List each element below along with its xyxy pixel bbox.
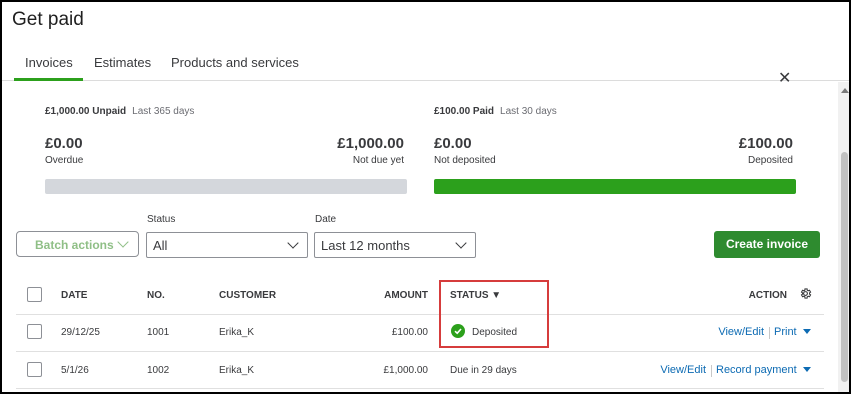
action-separator <box>769 327 770 339</box>
table-divider <box>16 314 824 315</box>
unpaid-summary-heading: £1,000.00 Unpaid Last 365 days <box>45 106 194 117</box>
select-all-checkbox[interactable] <box>27 287 42 302</box>
date-filter-select[interactable]: Last 12 months <box>314 232 476 258</box>
scrollbar-thumb[interactable] <box>841 152 848 382</box>
column-header-customer[interactable]: CUSTOMER <box>219 290 276 301</box>
unpaid-period: Last 365 days <box>132 106 195 117</box>
paid-period: Last 30 days <box>500 106 557 117</box>
status-filter-select[interactable]: All <box>146 232 308 258</box>
chevron-down-icon <box>455 237 467 249</box>
overdue-amount: £0.00 <box>45 135 83 152</box>
column-header-action: ACTION <box>748 290 787 301</box>
scrollbar[interactable] <box>838 82 849 392</box>
column-header-date[interactable]: DATE <box>61 290 87 301</box>
not-deposited-amount: £0.00 <box>434 135 472 152</box>
row-checkbox[interactable] <box>27 362 42 377</box>
tab-estimates[interactable]: Estimates <box>94 55 151 81</box>
tab-products-and-services[interactable]: Products and services <box>171 55 299 81</box>
row-checkbox[interactable] <box>27 324 42 339</box>
row-customer: Erika_K <box>219 327 255 338</box>
row-actions-dropdown-icon[interactable] <box>803 367 811 372</box>
chevron-down-icon <box>117 236 129 248</box>
paid-summary-heading: £100.00 Paid Last 30 days <box>434 106 557 117</box>
table-divider <box>16 351 824 352</box>
tab-invoices[interactable]: Invoices <box>14 55 83 81</box>
page-title: Get paid <box>12 9 84 30</box>
page-header: Get paid Invoices Estimates Products and… <box>2 2 849 81</box>
batch-actions-label: Batch actions <box>35 238 114 252</box>
chevron-down-icon <box>287 237 299 249</box>
row-date: 5/1/26 <box>61 365 89 376</box>
not-deposited-label: Not deposited <box>434 155 496 166</box>
not-due-yet-label: Not due yet <box>352 155 404 166</box>
view-edit-link[interactable]: View/Edit <box>660 364 706 376</box>
create-invoice-button[interactable]: Create invoice <box>714 231 820 258</box>
status-filter-value: All <box>153 238 168 253</box>
row-actions-dropdown-icon[interactable] <box>803 329 811 334</box>
paid-total: £100.00 Paid <box>434 106 495 117</box>
row-date: 29/12/25 <box>61 327 100 338</box>
row-number: 1001 <box>147 327 170 338</box>
column-header-no[interactable]: NO. <box>147 290 165 301</box>
record-payment-link[interactable]: Record payment <box>716 364 797 376</box>
close-icon[interactable]: ✕ <box>778 68 791 88</box>
view-edit-link[interactable]: View/Edit <box>718 326 764 338</box>
status-filter-label: Status <box>147 214 176 225</box>
row-status: Due in 29 days <box>450 365 517 376</box>
deposited-amount: £100.00 <box>738 135 793 152</box>
print-link[interactable]: Print <box>774 326 797 338</box>
status-highlight-box <box>439 280 549 348</box>
unpaid-total: £1,000.00 Unpaid <box>45 106 127 117</box>
overdue-label: Overdue <box>45 155 84 166</box>
column-header-amount[interactable]: AMOUNT <box>384 290 428 301</box>
row-amount: £1,000.00 <box>383 365 429 376</box>
gear-icon[interactable] <box>799 287 812 305</box>
not-due-yet-amount: £1,000.00 <box>337 135 404 152</box>
batch-actions-button[interactable]: Batch actions <box>16 231 139 257</box>
row-number: 1002 <box>147 365 170 376</box>
date-filter-label: Date <box>315 214 337 225</box>
app-window: Get paid Invoices Estimates Products and… <box>0 0 851 394</box>
scroll-up-arrow-icon[interactable] <box>841 88 849 93</box>
deposited-label: Deposited <box>747 155 793 166</box>
unpaid-progress-bar <box>45 179 407 194</box>
row-amount: £100.00 <box>391 327 428 338</box>
paid-progress-bar <box>434 179 796 194</box>
row-customer: Erika_K <box>219 365 255 376</box>
table-divider <box>16 388 824 389</box>
action-separator <box>711 365 712 377</box>
date-filter-value: Last 12 months <box>321 238 410 253</box>
